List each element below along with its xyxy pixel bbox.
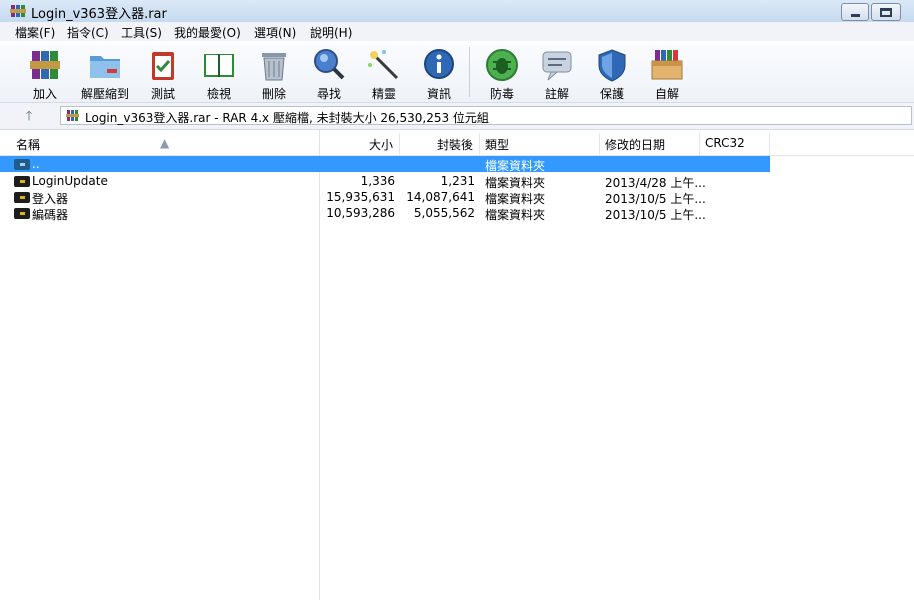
column-size[interactable]: 大小 (320, 133, 400, 155)
column-type-label: 類型 (485, 138, 510, 152)
virus-scan-button[interactable]: 防毒 (474, 45, 530, 101)
info-label: 資訊 (426, 87, 451, 101)
toolbar-separator (469, 47, 470, 97)
row-packed: 5,055,562 (413, 206, 475, 220)
menu-favorites[interactable]: 我的最愛(O) (174, 24, 241, 41)
extract-to-label: 解壓縮到 (80, 87, 129, 101)
row-packed: 1,231 (440, 174, 475, 188)
sfx-button[interactable]: 自解 (639, 45, 695, 101)
maximize-icon (880, 7, 892, 17)
add-label: 加入 (32, 87, 57, 101)
virus-scan-label: 防毒 (489, 87, 514, 101)
column-crc-label: CRC32 (705, 136, 745, 150)
shield-icon (598, 49, 626, 82)
sfx-label: 自解 (654, 87, 679, 101)
menu-options[interactable]: 選項(N) (254, 24, 296, 41)
column-name-label: 名稱 (16, 138, 41, 152)
maximize-button[interactable] (871, 3, 901, 21)
view-label: 檢視 (206, 87, 231, 101)
window-title: Login_v363登入器.rar (31, 7, 167, 22)
menu-help[interactable]: 說明(H) (310, 24, 352, 41)
menu-tools[interactable]: 工具(S) (121, 24, 162, 41)
menu-bar: 檔案(F) 指令(C) 工具(S) 我的最愛(O) 選項(N) 說明(H) (0, 22, 914, 42)
title-bar: Login_v363登入器.rar (0, 0, 914, 23)
winrar-app-icon (10, 5, 26, 17)
protect-button[interactable]: 保護 (584, 45, 640, 101)
add-button[interactable]: 加入 (17, 45, 73, 101)
list-item-parent-folder[interactable]: .. 檔案資料夾 (0, 156, 770, 173)
archive-path-field[interactable]: Login_v363登入器.rar - RAR 4.x 壓縮檔, 未封裝大小 2… (60, 106, 912, 125)
test-clipboard-icon (152, 52, 174, 80)
view-book-icon (204, 54, 234, 77)
bug-icon (486, 49, 518, 81)
column-crc[interactable]: CRC32 (700, 133, 770, 155)
extract-folder-icon (90, 56, 120, 78)
menu-file[interactable]: 檔案(F) (15, 24, 55, 41)
column-type[interactable]: 類型 (480, 133, 600, 155)
comment-label: 註解 (544, 87, 569, 101)
address-bar: 🡑 Login_v363登入器.rar - RAR 4.x 壓縮檔, 未封裝大小… (0, 103, 914, 130)
test-label: 測試 (150, 87, 175, 101)
minimize-icon (850, 13, 860, 17)
magnifier-icon (314, 49, 345, 80)
magic-wand-icon (368, 50, 399, 80)
test-button[interactable]: 測試 (135, 45, 191, 101)
column-packed[interactable]: 封裝後 (400, 133, 480, 155)
wizard-label: 精靈 (371, 87, 396, 101)
trash-icon (262, 53, 286, 81)
sfx-box-icon (651, 50, 683, 80)
row-name: LoginUpdate (32, 174, 108, 188)
row-size: 15,935,631 (326, 190, 395, 204)
folder-icon (14, 192, 30, 203)
column-modified-label: 修改的日期 (605, 138, 666, 152)
row-name: .. (32, 157, 40, 171)
list-item-loginupdate[interactable]: LoginUpdate 1,336 1,231 檔案資料夾 2013/4/28 … (0, 173, 770, 190)
extract-to-button[interactable]: 解壓縮到 (76, 45, 134, 101)
archive-icon (66, 110, 79, 121)
protect-label: 保護 (599, 87, 624, 101)
info-icon (424, 49, 454, 79)
list-item-encoder[interactable]: 編碼器 10,593,286 5,055,562 檔案資料夾 2013/10/5… (0, 205, 770, 222)
column-packed-label: 封裝後 (436, 138, 473, 152)
add-archive-icon (30, 51, 60, 79)
row-size: 10,593,286 (326, 206, 395, 220)
column-modified[interactable]: 修改的日期 (600, 133, 700, 155)
column-name[interactable]: 名稱 ▲ (0, 133, 320, 155)
column-header-row: 名稱 ▲ 大小 封裝後 類型 修改的日期 CRC32 (0, 133, 914, 156)
row-type: 檔案資料夾 (485, 208, 546, 222)
view-button[interactable]: 檢視 (191, 45, 247, 101)
comment-bubble-icon (542, 51, 572, 81)
sort-arrow-icon: ▲ (160, 136, 170, 150)
row-modified: 2013/10/5 上午... (605, 208, 706, 222)
row-size: 1,336 (360, 174, 395, 188)
comment-button[interactable]: 註解 (529, 45, 585, 101)
find-label: 尋找 (316, 87, 341, 101)
row-type: 檔案資料夾 (485, 159, 546, 173)
folder-up-icon (14, 159, 30, 170)
wizard-button[interactable]: 精靈 (356, 45, 412, 101)
folder-icon (14, 208, 30, 219)
folder-icon (14, 176, 30, 187)
info-button[interactable]: 資訊 (411, 45, 467, 101)
row-packed: 14,087,641 (406, 190, 475, 204)
delete-label: 刪除 (261, 87, 286, 101)
list-item-login-launcher[interactable]: 登入器 15,935,631 14,087,641 檔案資料夾 2013/10/… (0, 189, 770, 206)
column-size-label: 大小 (368, 138, 393, 152)
arrow-up-icon: 🡑 (25, 109, 33, 124)
minimize-button[interactable] (841, 3, 869, 21)
find-button[interactable]: 尋找 (301, 45, 357, 101)
menu-commands[interactable]: 指令(C) (67, 24, 109, 41)
up-folder-button[interactable]: 🡑 (18, 107, 40, 125)
row-name: 編碼器 (32, 208, 69, 222)
file-list: 名稱 ▲ 大小 封裝後 類型 修改的日期 CRC32 .. 檔案資料夾 Logi… (0, 130, 914, 600)
archive-path-text: Login_v363登入器.rar - RAR 4.x 壓縮檔, 未封裝大小 2… (85, 111, 489, 125)
delete-button[interactable]: 刪除 (246, 45, 302, 101)
toolbar: 加入 解壓縮到 測試 檢視 刪除 尋找 精靈 資訊 防毒 註解 保護 自解 (0, 41, 914, 103)
